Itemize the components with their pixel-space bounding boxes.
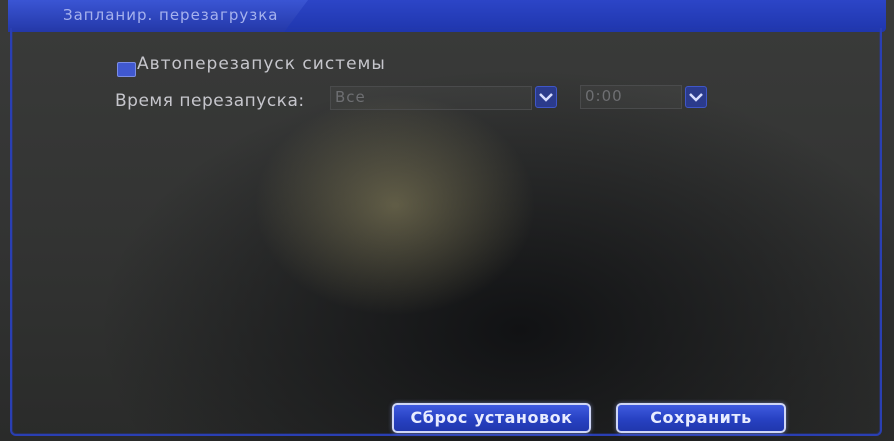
- auto-restart-label: Автоперезапуск системы: [137, 54, 386, 74]
- restart-time-label: Время перезапуска:: [115, 91, 305, 111]
- window-title: Запланир. перезагрузка: [63, 6, 279, 24]
- chevron-down-icon[interactable]: [685, 86, 707, 108]
- restart-day-value: Все: [335, 88, 366, 106]
- save-button[interactable]: Сохранить: [616, 403, 786, 433]
- reset-button[interactable]: Сброс установок: [392, 403, 591, 433]
- auto-restart-checkbox[interactable]: [117, 62, 136, 77]
- restart-time-value: 0:00: [585, 87, 623, 105]
- restart-time-select[interactable]: 0:00: [580, 85, 682, 109]
- restart-day-select[interactable]: Все: [330, 86, 532, 110]
- dvr-screen: Запланир. перезагрузка Автоперезапуск си…: [0, 0, 894, 441]
- chevron-down-icon[interactable]: [535, 86, 557, 108]
